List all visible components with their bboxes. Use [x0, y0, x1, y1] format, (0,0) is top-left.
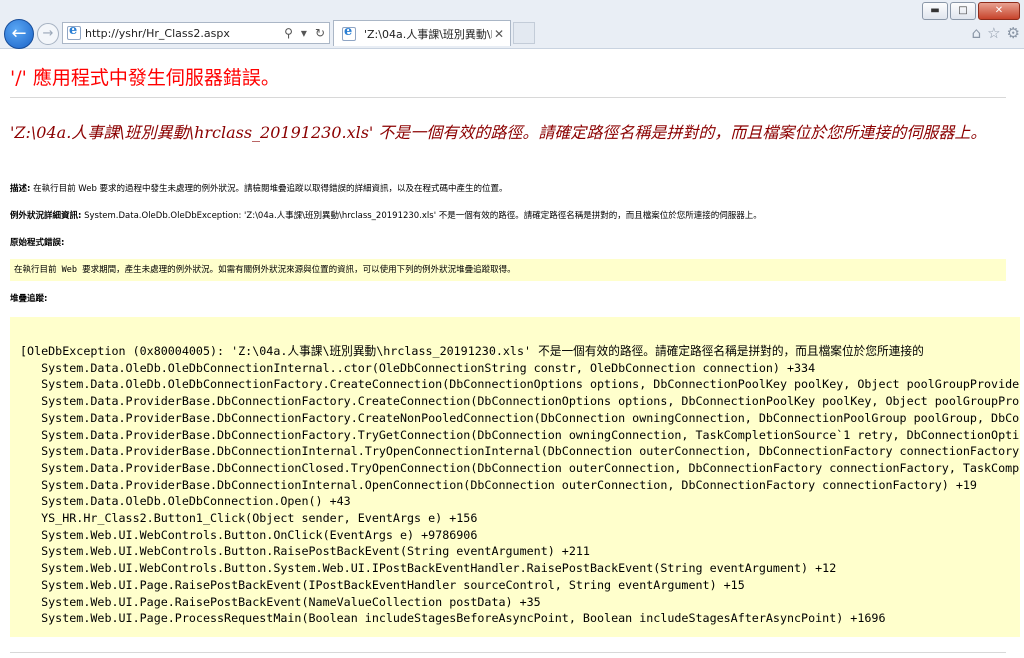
page-title: '/' 應用程式中發生伺服器錯誤。: [10, 67, 280, 89]
stack-trace-line: System.Web.UI.Page.RaisePostBackEvent(Na…: [20, 594, 541, 609]
error-message: 'Z:\04a.人事課\班別異動\hrclass_20191230.xls' 不…: [10, 123, 987, 142]
tab-title: 'Z:\04a.人事課\班別異動\h...: [364, 27, 492, 41]
stack-trace-line: System.Web.UI.WebControls.Button.OnClick…: [20, 527, 478, 542]
stack-trace-line: System.Web.UI.WebControls.Button.RaisePo…: [20, 544, 590, 559]
arrow-right-icon: →: [42, 26, 54, 41]
dropdown-icon[interactable]: ▾: [297, 26, 311, 40]
stack-trace-line: System.Data.ProviderBase.DbConnectionFac…: [20, 427, 1020, 442]
stack-trace-field: 堆疊追蹤:: [10, 292, 1010, 304]
refresh-icon[interactable]: ↻: [311, 26, 329, 40]
back-button[interactable]: ←: [4, 19, 34, 49]
minimize-button[interactable]: ▬: [922, 2, 948, 20]
stack-trace-line: System.Data.OleDb.OleDbConnectionInterna…: [20, 360, 816, 375]
stack-trace-label: 堆疊追蹤:: [10, 294, 48, 304]
browser-chrome: ▬ □ ✕ ← → http://yshr/Hr_Class2.aspx ⚲ ▾…: [0, 0, 1024, 49]
description-field: 描述: 在執行目前 Web 要求的過程中發生未處理的例外狀況。請檢閱堆疊追蹤以取…: [10, 182, 1010, 194]
address-bar[interactable]: http://yshr/Hr_Class2.aspx ⚲ ▾ ↻: [62, 22, 330, 44]
toolbar-icons: ⌂ ☆ ⚙: [972, 24, 1020, 42]
new-tab-button[interactable]: [513, 22, 535, 44]
description-label: 描述:: [10, 184, 31, 194]
maximize-button[interactable]: □: [950, 2, 976, 20]
home-icon[interactable]: ⌂: [972, 24, 982, 42]
divider: [10, 97, 1006, 98]
stack-trace-line: System.Web.UI.Page.RaisePostBackEvent(IP…: [20, 577, 745, 592]
close-tab-icon[interactable]: ✕: [492, 27, 506, 41]
ie-page-icon: [67, 23, 81, 40]
stack-trace-box: [OleDbException (0x80004005): 'Z:\04a.人事…: [10, 317, 1020, 637]
search-icon[interactable]: ⚲: [280, 26, 297, 40]
stack-trace-line: System.Data.ProviderBase.DbConnectionFac…: [20, 410, 1020, 425]
forward-button[interactable]: →: [37, 23, 59, 45]
stack-trace-line: System.Data.OleDb.OleDbConnectionFactory…: [20, 377, 1020, 392]
divider: [10, 652, 1006, 653]
stack-trace-line: System.Data.OleDb.OleDbConnection.Open()…: [20, 494, 351, 509]
source-error-field: 原始程式錯誤:: [10, 236, 1010, 248]
exception-details-label: 例外狀況詳細資訊:: [10, 211, 82, 221]
ie-page-icon: [342, 24, 356, 41]
address-url[interactable]: http://yshr/Hr_Class2.aspx: [85, 27, 280, 40]
stack-trace-line: System.Data.ProviderBase.DbConnectionFac…: [20, 394, 1020, 409]
stack-trace-line: YS_HR.Hr_Class2.Button1_Click(Object sen…: [20, 511, 478, 526]
exception-details-field: 例外狀況詳細資訊: System.Data.OleDb.OleDbExcepti…: [10, 209, 1010, 221]
stack-trace-line: System.Web.UI.WebControls.Button.System.…: [20, 561, 837, 576]
gear-icon[interactable]: ⚙: [1007, 24, 1020, 42]
window-controls: ▬ □ ✕: [922, 2, 1020, 20]
stack-trace-line: [OleDbException (0x80004005): 'Z:\04a.人事…: [20, 344, 924, 358]
arrow-left-icon: ←: [11, 23, 27, 44]
source-error-label: 原始程式錯誤:: [10, 238, 65, 248]
stack-trace-line: System.Web.UI.Page.ProcessRequestMain(Bo…: [20, 611, 886, 626]
exception-details-text: System.Data.OleDb.OleDbException: 'Z:\04…: [81, 211, 762, 221]
tab-current[interactable]: 'Z:\04a.人事課\班別異動\h... ✕: [333, 20, 511, 46]
favorites-star-icon[interactable]: ☆: [987, 24, 1000, 42]
source-error-note: 在執行目前 Web 要求期間，產生未處理的例外狀況。如需有關例外狀況來源與位置的…: [10, 259, 1006, 281]
page-content: '/' 應用程式中發生伺服器錯誤。 'Z:\04a.人事課\班別異動\hrcla…: [0, 49, 1024, 658]
stack-trace-line: System.Data.ProviderBase.DbConnectionClo…: [20, 460, 1020, 475]
stack-trace-line: System.Data.ProviderBase.DbConnectionInt…: [20, 444, 1020, 459]
description-text: 在執行目前 Web 要求的過程中發生未處理的例外狀況。請檢閱堆疊追蹤以取得錯誤的…: [30, 184, 508, 194]
stack-trace-line: System.Data.ProviderBase.DbConnectionInt…: [20, 477, 977, 492]
close-window-button[interactable]: ✕: [978, 2, 1020, 20]
